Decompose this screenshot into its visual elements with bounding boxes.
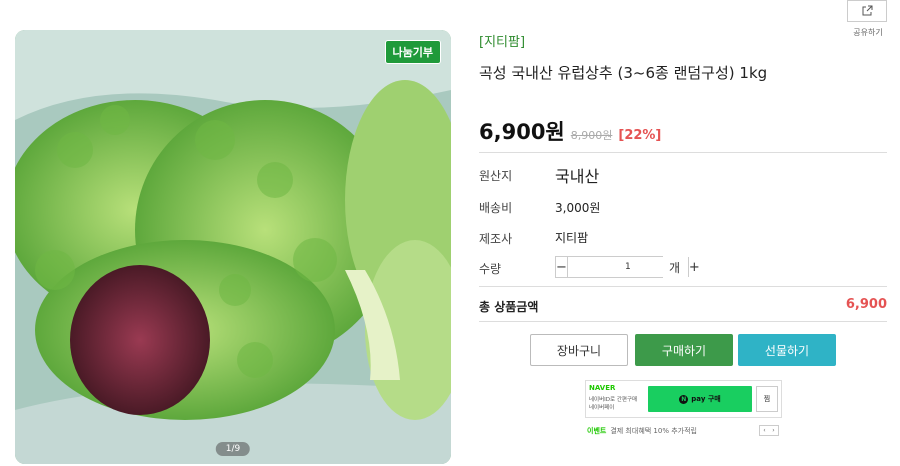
origin-value: 국내산 xyxy=(555,167,600,186)
maker-value: 지티팜 xyxy=(555,231,589,245)
buy-now-button[interactable]: 구매하기 xyxy=(635,334,733,366)
chevron-left-icon[interactable]: ‹ xyxy=(760,426,769,435)
quantity-increase-button[interactable]: + xyxy=(687,257,700,277)
share-icon xyxy=(862,5,873,16)
naver-pay-box: NAVER 네이버ID로 간편구매 네이버페이 N pay 구매 찜 xyxy=(585,380,782,418)
image-counter: 1/9 xyxy=(215,442,251,456)
product-title: 곡성 국내산 유럽상추 (3~6종 랜덤구성) 1kg xyxy=(479,64,768,82)
divider xyxy=(479,152,887,153)
add-to-cart-button[interactable]: 장바구니 xyxy=(530,334,628,366)
product-image[interactable]: 나눔기부 1/9 xyxy=(15,30,451,464)
npay-label: pay 구매 xyxy=(691,395,721,403)
original-price: 8,900원 xyxy=(570,129,613,142)
share-button[interactable] xyxy=(847,0,887,22)
total-label: 총 상품금액 xyxy=(479,300,539,314)
shipping-label: 배송비 xyxy=(479,201,513,215)
lettuce-photo xyxy=(15,30,451,464)
naver-logo: NAVER xyxy=(589,384,616,392)
naver-pay-button[interactable]: N pay 구매 xyxy=(648,386,752,412)
share-label: 공유하기 xyxy=(853,28,883,37)
shipping-value: 3,000원 xyxy=(555,201,601,215)
seller-link[interactable]: [지티팜] xyxy=(479,31,525,50)
event-tag: 이벤트 xyxy=(587,427,607,435)
quantity-stepper: − + xyxy=(555,256,700,278)
event-nav: ‹ › xyxy=(759,425,779,436)
quantity-label: 수량 xyxy=(479,262,502,276)
quantity-decrease-button[interactable]: − xyxy=(556,257,568,277)
discount-rate: [22%] xyxy=(618,128,662,143)
wishlist-button[interactable]: 찜 xyxy=(756,386,778,412)
event-text: 결제 최대혜택 10% 추가적립 xyxy=(610,427,697,435)
origin-label: 원산지 xyxy=(479,169,513,183)
price-row: 6,900원 8,900원 [22%] xyxy=(479,116,661,146)
npay-icon: N xyxy=(679,394,689,404)
donation-badge: 나눔기부 xyxy=(384,40,441,64)
quantity-unit: 개 xyxy=(669,261,681,275)
gift-button[interactable]: 선물하기 xyxy=(738,334,836,366)
total-price: 6,900 xyxy=(845,297,887,312)
divider xyxy=(479,321,887,322)
naver-desc: 네이버페이 xyxy=(589,405,615,411)
divider xyxy=(479,286,887,287)
sale-price: 6,900원 xyxy=(479,120,565,144)
maker-label: 제조사 xyxy=(479,232,513,246)
chevron-right-icon[interactable]: › xyxy=(769,426,778,435)
naver-desc: 네이버ID로 간편구매 xyxy=(589,397,638,403)
event-banner[interactable]: 이벤트 결제 최대혜택 10% 추가적립 xyxy=(587,426,697,436)
